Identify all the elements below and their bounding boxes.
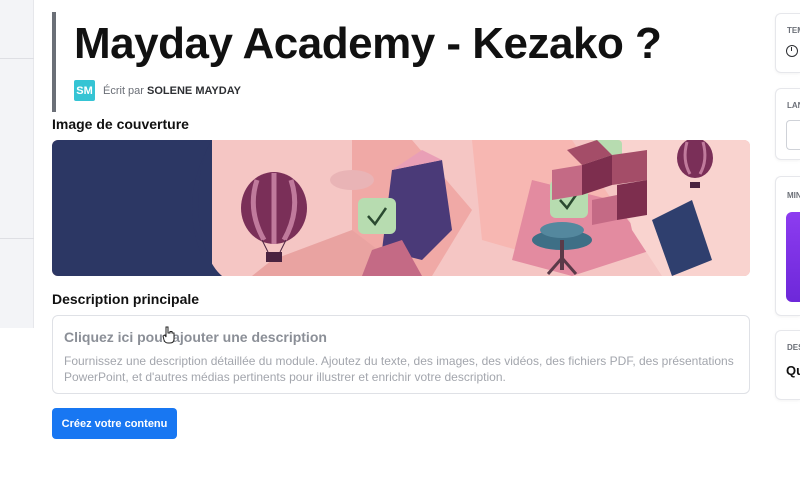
description-card-value: Qu [786, 363, 800, 378]
language-card-label: LAN [787, 101, 800, 110]
cover-image[interactable] [52, 140, 750, 276]
author-name: SOLENE MAYDAY [147, 84, 241, 97]
description-card-label: DES [787, 343, 800, 352]
left-sidebar [0, 0, 34, 328]
author-avatar: SM [74, 80, 95, 101]
create-content-button[interactable]: Créez votre contenu [52, 408, 177, 439]
description-help-text: Fournissez une description détaillée du … [64, 354, 734, 384]
check-block-1 [358, 198, 396, 234]
author-row: SM Écrit par SOLENE MAYDAY [74, 80, 750, 101]
thumbnail-preview[interactable] [786, 212, 800, 302]
language-select[interactable] [786, 120, 800, 150]
description-label: Description principale [52, 291, 200, 307]
time-card[interactable]: TEM [775, 13, 800, 73]
cover-label: Image de couverture [52, 116, 189, 132]
author-prefix: Écrit par [103, 84, 144, 97]
description-editor[interactable]: Cliquez ici pour ajouter une description… [52, 315, 750, 394]
time-card-label: TEM [787, 26, 800, 35]
title-block: Mayday Academy - Kezako ? SM Écrit par S… [52, 12, 750, 112]
thumbnail-card-label: MIN [787, 191, 800, 200]
sidebar-divider [0, 238, 34, 239]
page-title[interactable]: Mayday Academy - Kezako ? [74, 12, 750, 66]
sidebar-divider [0, 58, 34, 59]
right-panel: TEM LAN MIN DES Qu [775, 0, 800, 500]
clock-icon [786, 45, 798, 57]
author-byline: Écrit par SOLENE MAYDAY [103, 85, 241, 97]
main-content: Mayday Academy - Kezako ? SM Écrit par S… [52, 0, 750, 439]
hand-pointer-icon [162, 326, 175, 344]
cover-illustration [52, 140, 750, 276]
